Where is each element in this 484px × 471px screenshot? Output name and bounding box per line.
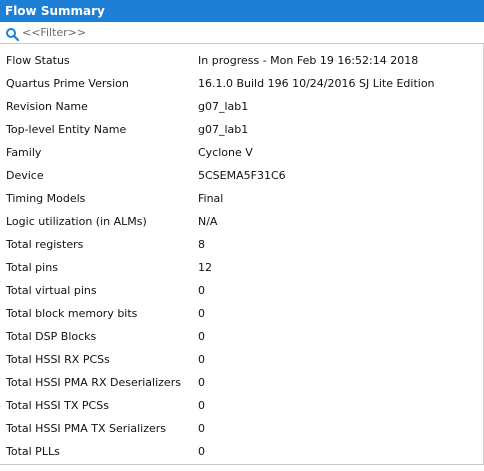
row-key: Revision Name [6,100,88,113]
row-key: Timing Models [6,192,86,205]
row-value: N/A [198,215,218,228]
row-key: Flow Status [6,54,70,67]
row-key: Family [6,146,42,159]
row-key: Total virtual pins [6,284,97,297]
table-row[interactable]: Total registers 8 [0,233,484,256]
row-key: Total pins [6,261,58,274]
table-row[interactable]: Quartus Prime Version 16.1.0 Build 196 1… [0,72,484,95]
flow-summary-panel: Flow Summary Flow Status In progress - M… [0,0,484,471]
row-key: Total PLLs [6,445,60,458]
filter-input[interactable] [22,26,462,39]
table-row[interactable]: Revision Name g07_lab1 [0,95,484,118]
row-value: 0 [198,399,205,412]
search-icon [5,26,20,41]
panel-title: Flow Summary [0,0,484,22]
row-value: Cyclone V [198,146,253,159]
row-key: Total registers [6,238,84,251]
row-value: 8 [198,238,205,251]
bottom-divider [0,464,484,465]
row-key: Total HSSI PMA RX Deserializers [6,376,181,389]
row-value: In progress - Mon Feb 19 16:52:14 2018 [198,54,419,67]
table-row[interactable]: Flow Status In progress - Mon Feb 19 16:… [0,49,484,72]
row-value: 0 [198,284,205,297]
row-key: Logic utilization (in ALMs) [6,215,147,228]
row-key: Total HSSI TX PCSs [6,399,109,412]
table-row[interactable]: Timing Models Final [0,187,484,210]
table-row[interactable]: Total virtual pins 0 [0,279,484,302]
row-value: 0 [198,445,205,458]
table-row[interactable]: Total HSSI PMA RX Deserializers 0 [0,371,484,394]
row-value: 0 [198,353,205,366]
table-row[interactable]: Device 5CSEMA5F31C6 [0,164,484,187]
row-value: 0 [198,307,205,320]
table-row[interactable]: Top-level Entity Name g07_lab1 [0,118,484,141]
row-value: 0 [198,422,205,435]
row-value: Final [198,192,224,205]
table-row[interactable]: Family Cyclone V [0,141,484,164]
row-value: 16.1.0 Build 196 10/24/2016 SJ Lite Edit… [198,77,435,90]
row-key: Total HSSI RX PCSs [6,353,110,366]
row-value: 5CSEMA5F31C6 [198,169,286,182]
summary-table: Flow Status In progress - Mon Feb 19 16:… [0,49,484,463]
table-row[interactable]: Total HSSI TX PCSs 0 [0,394,484,417]
row-key: Quartus Prime Version [6,77,129,90]
row-value: g07_lab1 [198,123,249,136]
filter-bar [0,22,484,44]
row-value: 0 [198,330,205,343]
table-row[interactable]: Total block memory bits 0 [0,302,484,325]
row-key: Total HSSI PMA TX Serializers [6,422,167,435]
table-row[interactable]: Total HSSI RX PCSs 0 [0,348,484,371]
row-key: Total DSP Blocks [6,330,97,343]
table-row[interactable]: Logic utilization (in ALMs) N/A [0,210,484,233]
table-row[interactable]: Total HSSI PMA TX Serializers 0 [0,417,484,440]
row-key: Device [6,169,44,182]
row-key: Total block memory bits [6,307,138,320]
table-row[interactable]: Total PLLs 0 [0,440,484,463]
row-value: g07_lab1 [198,100,249,113]
row-key: Top-level Entity Name [6,123,127,136]
table-row[interactable]: Total DSP Blocks 0 [0,325,484,348]
table-row[interactable]: Total pins 12 [0,256,484,279]
row-value: 0 [198,376,205,389]
row-value: 12 [198,261,212,274]
